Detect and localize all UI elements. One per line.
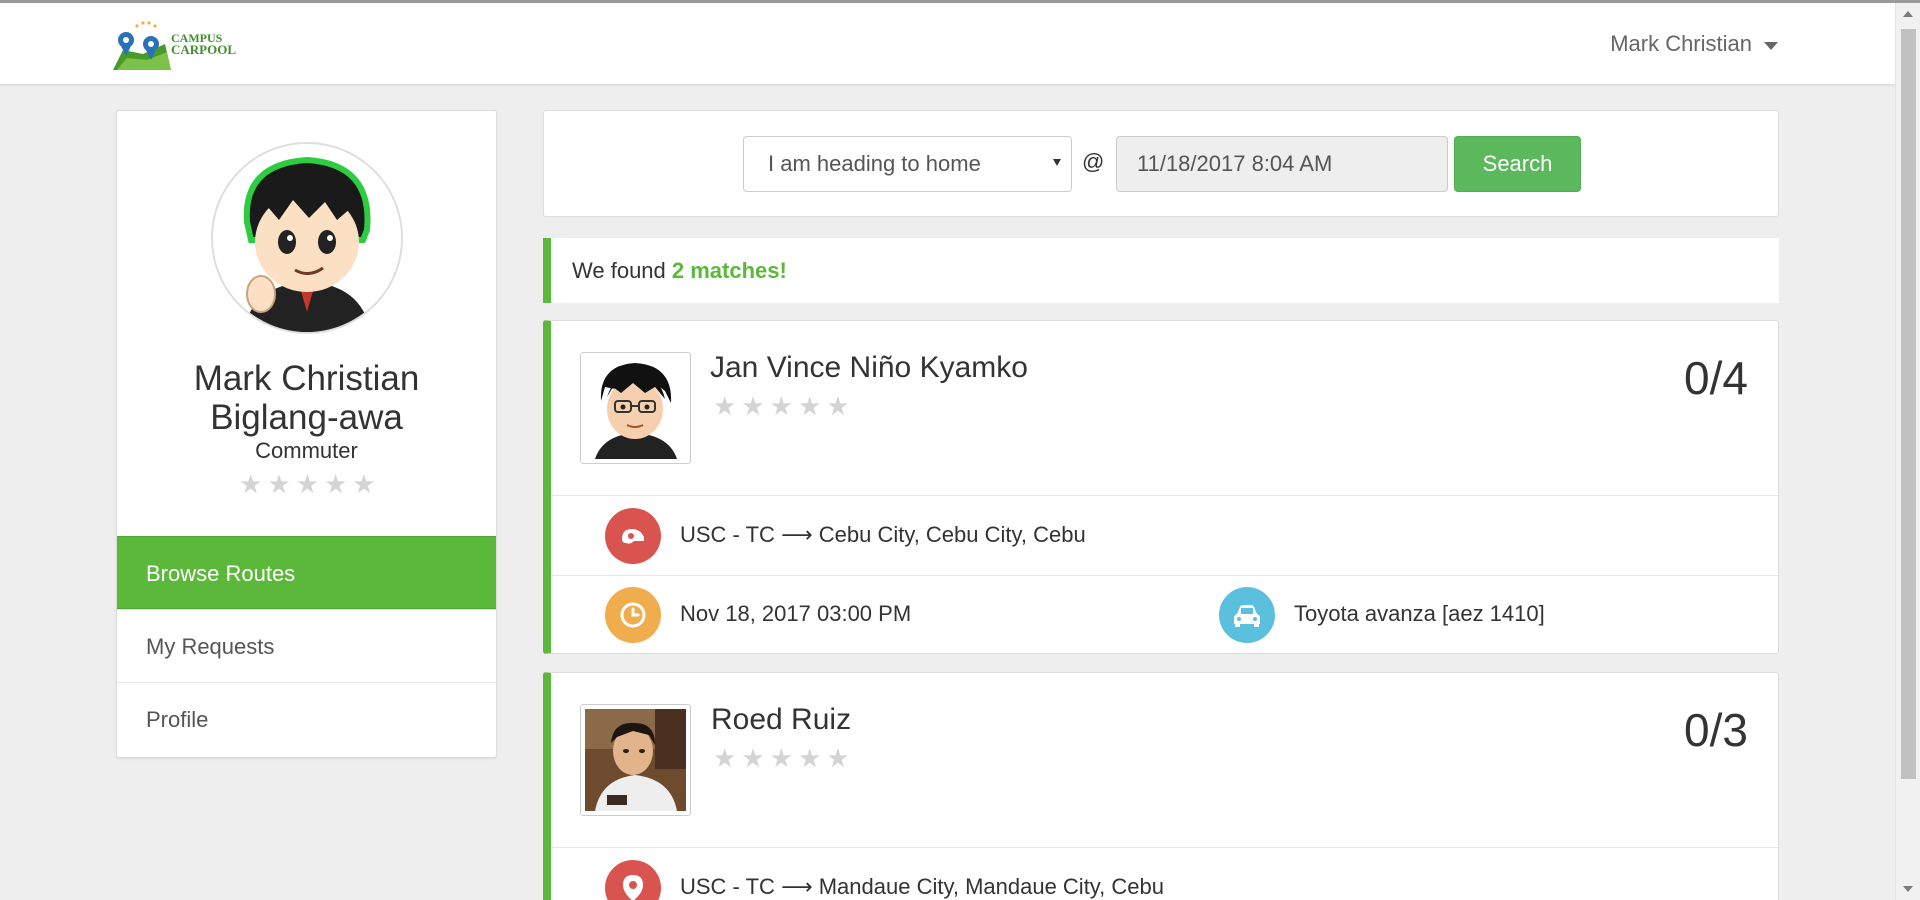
clock-icon xyxy=(605,587,661,643)
driver-avatar xyxy=(580,352,691,464)
sidebar-item-browse-routes[interactable]: Browse Routes xyxy=(117,536,496,609)
route-origin: USC - TC xyxy=(680,522,775,547)
route-destination: Mandaue City, Mandaue City, Cebu xyxy=(818,874,1164,899)
star-icon: ★ xyxy=(797,391,822,421)
star-icon: ★ xyxy=(713,743,737,773)
driver-avatar xyxy=(580,704,691,816)
scroll-down-arrow-icon[interactable] xyxy=(1903,886,1913,892)
user-menu-dropdown[interactable]: Mark Christian xyxy=(1610,31,1778,57)
route-text: USC - TC ⟶ Cebu City, Cebu City, Cebu xyxy=(680,522,1086,548)
route-search-panel: I am heading to home @ Search xyxy=(543,110,1779,217)
direction-select[interactable]: I am heading to home xyxy=(743,136,1072,192)
star-icon: ★ xyxy=(826,391,850,421)
page-scrollbar[interactable] xyxy=(1895,3,1920,900)
campus-carpool-logo[interactable]: CAMPUS CARPOOL xyxy=(113,20,238,70)
car-icon xyxy=(1219,587,1275,643)
profile-name: Mark Christian Biglang-awa xyxy=(117,359,496,437)
route-path-row: USC - TC ⟶ Cebu City, Cebu City, Cebu xyxy=(551,496,1778,576)
driver-rating-stars: ★ ★ ★ ★ ★ xyxy=(713,393,850,419)
sidebar-item-profile[interactable]: Profile xyxy=(117,682,496,755)
datetime-input[interactable] xyxy=(1116,136,1448,192)
star-icon: ★ xyxy=(826,743,850,773)
seat-count: 0/4 xyxy=(1684,352,1748,404)
scroll-up-arrow-icon[interactable] xyxy=(1903,11,1913,17)
route-card[interactable]: Roed Ruiz ★ ★ ★ ★ ★ 0/3 USC - TC ⟶ Manda… xyxy=(543,672,1779,900)
star-icon: ★ xyxy=(769,743,793,773)
select-arrow-icon xyxy=(1053,159,1061,166)
route-text: USC - TC ⟶ Mandaue City, Mandaue City, C… xyxy=(680,874,1164,900)
driver-name[interactable]: Roed Ruiz xyxy=(711,703,851,737)
route-origin: USC - TC xyxy=(680,874,775,899)
route-destination: Cebu City, Cebu City, Cebu xyxy=(818,522,1086,547)
star-icon: ★ xyxy=(741,391,765,421)
star-icon: ★ xyxy=(797,743,822,773)
user-menu-label: Mark Christian xyxy=(1610,31,1752,56)
profile-role: Commuter xyxy=(255,438,358,463)
departure-datetime: Nov 18, 2017 03:00 PM xyxy=(680,601,912,626)
matches-count: 2 matches! xyxy=(671,258,787,283)
star-icon: ★ xyxy=(267,469,291,499)
sidebar-nav: Browse Routes My Requests Profile xyxy=(117,536,496,755)
sidebar-item-my-requests[interactable]: My Requests xyxy=(117,609,496,682)
star-icon: ★ xyxy=(769,391,793,421)
logo-text-carpool: CARPOOL xyxy=(171,42,236,57)
route-arrow-icon: ⟶ xyxy=(781,874,813,899)
matches-alert: We found 2 matches! xyxy=(543,238,1779,303)
scrollbar-thumb[interactable] xyxy=(1901,29,1916,779)
seat-count: 0/3 xyxy=(1684,704,1748,756)
map-pins-icon xyxy=(113,21,171,70)
driver-name[interactable]: Jan Vince Niño Kyamko xyxy=(710,351,1028,385)
profile-rating-stars: ★ ★ ★ ★ ★ xyxy=(239,471,376,497)
star-icon: ★ xyxy=(239,469,263,499)
star-icon: ★ xyxy=(741,743,765,773)
direction-select-value: I am heading to home xyxy=(768,151,981,176)
route-card[interactable]: Jan Vince Niño Kyamko ★ ★ ★ ★ ★ 0/4 USC … xyxy=(543,320,1779,654)
star-icon: ★ xyxy=(713,391,737,421)
search-button[interactable]: Search xyxy=(1454,136,1581,192)
driver-cartoon-icon xyxy=(585,357,686,459)
route-icon xyxy=(605,508,661,564)
driver-rating-stars: ★ ★ ★ ★ ★ xyxy=(713,745,850,771)
driver-photo-icon xyxy=(585,709,686,811)
route-path-row: USC - TC ⟶ Mandaue City, Mandaue City, C… xyxy=(551,848,1778,900)
schedule-row: Nov 18, 2017 03:00 PM Toyota avanza [aez… xyxy=(551,575,1778,655)
at-separator: @ xyxy=(1082,149,1105,174)
caret-down-icon xyxy=(1764,41,1778,50)
star-icon: ★ xyxy=(352,469,376,499)
map-marker-icon xyxy=(605,860,661,900)
vehicle-info: Toyota avanza [aez 1410] xyxy=(1294,601,1545,626)
star-icon: ★ xyxy=(323,469,348,499)
user-avatar xyxy=(211,142,403,334)
profile-sidebar: Mark Christian Biglang-awa Commuter ★ ★ … xyxy=(116,110,497,758)
route-arrow-icon: ⟶ xyxy=(781,522,813,547)
avatar-cartoon-icon xyxy=(213,144,401,332)
matches-prefix: We found xyxy=(572,258,672,283)
profile-name-last: Biglang-awa xyxy=(210,398,403,437)
star-icon: ★ xyxy=(295,469,319,499)
profile-name-first: Mark Christian xyxy=(193,359,420,398)
top-navbar: CAMPUS CARPOOL Mark Christian xyxy=(0,3,1895,85)
